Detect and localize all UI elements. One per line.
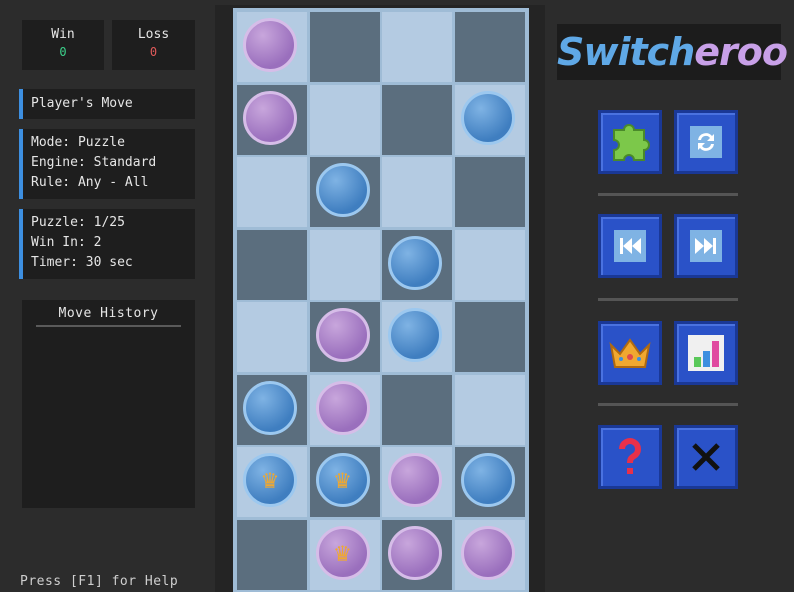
board-square[interactable]: ♛ (309, 519, 380, 590)
loss-score: Loss 0 (112, 20, 195, 70)
rewind-icon (614, 230, 646, 262)
close-icon (692, 443, 720, 471)
blue-king-piece[interactable]: ♛ (243, 453, 297, 507)
purple-piece[interactable] (388, 453, 442, 507)
board-square[interactable] (382, 302, 452, 372)
blue-king-piece[interactable]: ♛ (315, 453, 370, 507)
engine-text: Engine: Standard (31, 155, 157, 170)
board-square[interactable] (382, 229, 452, 300)
crown-icon: ♛ (262, 465, 278, 495)
stats-button[interactable] (674, 321, 738, 385)
turn-text: Player's Move (31, 96, 133, 111)
win-value: 0 (59, 45, 67, 59)
board-square[interactable] (382, 374, 452, 445)
board-square[interactable] (237, 519, 307, 590)
game-settings: Mode: Puzzle Engine: Standard Rule: Any … (19, 129, 195, 199)
board-square[interactable] (309, 84, 380, 155)
crown-icon: ♛ (334, 465, 351, 495)
puzzle-text: Puzzle: 1/25 (31, 215, 125, 230)
puzzle-mode-button[interactable] (598, 110, 662, 174)
fast-forward-button[interactable] (674, 214, 738, 278)
board-square[interactable] (382, 84, 452, 155)
game-logo: Switcheroo (557, 24, 788, 80)
win-score: Win 0 (22, 20, 104, 70)
board-square[interactable] (382, 519, 452, 590)
separator (598, 298, 738, 301)
refresh-icon (690, 126, 722, 158)
board-square[interactable] (454, 302, 525, 372)
rule-text: Rule: Any - All (31, 175, 149, 190)
game-board[interactable]: ♛ ♛ ♛ (233, 8, 529, 592)
crown-icon: ♛ (334, 537, 351, 568)
help-button[interactable] (598, 425, 662, 489)
blue-piece[interactable] (460, 90, 515, 145)
crown-icon (609, 338, 651, 368)
fast-forward-icon (690, 230, 722, 262)
board-square[interactable] (309, 157, 380, 227)
reset-button[interactable] (674, 110, 738, 174)
board-square[interactable] (454, 447, 525, 517)
loss-value: 0 (149, 45, 158, 59)
board-square[interactable] (237, 157, 307, 227)
board-square[interactable] (309, 229, 380, 300)
board-square[interactable] (454, 157, 525, 227)
board-square[interactable] (237, 12, 307, 82)
board-square[interactable] (309, 302, 380, 372)
help-hint: Press [F1] for Help (20, 574, 179, 589)
board-square[interactable] (382, 157, 452, 227)
blue-piece[interactable] (388, 308, 442, 362)
board-square[interactable] (382, 447, 452, 517)
turn-status: Player's Move (19, 89, 195, 119)
separator (598, 403, 738, 406)
board-square[interactable]: ♛ (237, 447, 307, 517)
help-icon (619, 438, 641, 474)
divider (36, 325, 181, 327)
purple-king-piece[interactable]: ♛ (315, 525, 370, 580)
leaderboard-button[interactable] (598, 321, 662, 385)
board-square[interactable] (382, 12, 452, 82)
board-square[interactable] (237, 229, 307, 300)
loss-label: Loss (137, 27, 170, 42)
puzzle-info: Puzzle: 1/25 Win In: 2 Timer: 30 sec (19, 209, 195, 279)
blue-piece[interactable] (243, 380, 297, 435)
mode-text: Mode: Puzzle (31, 135, 125, 150)
blue-piece[interactable] (460, 453, 515, 507)
blue-piece[interactable] (315, 163, 370, 217)
board-square[interactable]: ♛ (309, 447, 380, 517)
logo-part-2: eroo (694, 30, 788, 74)
logo-part-1: Switch (557, 30, 695, 74)
stats-icon (688, 335, 724, 371)
separator (598, 193, 738, 196)
win-label: Win (51, 27, 75, 42)
board-square[interactable] (454, 229, 525, 300)
move-history-title: Move History (58, 306, 159, 321)
timer-text: Timer: 30 sec (31, 255, 133, 270)
move-history[interactable]: Move History (22, 300, 195, 508)
board-square[interactable] (309, 12, 380, 82)
board-square[interactable] (237, 302, 307, 372)
rewind-button[interactable] (598, 214, 662, 278)
board-square[interactable] (237, 374, 307, 445)
board-square[interactable] (454, 519, 525, 590)
puzzle-icon (613, 124, 650, 161)
purple-piece[interactable] (315, 380, 370, 435)
blue-piece[interactable] (388, 235, 442, 290)
board-square[interactable] (454, 84, 525, 155)
purple-piece[interactable] (315, 308, 370, 362)
board-square[interactable] (237, 84, 307, 155)
purple-piece[interactable] (243, 18, 297, 72)
purple-piece[interactable] (388, 525, 442, 580)
purple-piece[interactable] (460, 525, 515, 580)
board-square[interactable] (309, 374, 380, 445)
win-in-text: Win In: 2 (31, 235, 102, 250)
purple-piece[interactable] (243, 90, 297, 145)
board-square[interactable] (454, 12, 525, 82)
quit-button[interactable] (674, 425, 738, 489)
board-square[interactable] (454, 374, 525, 445)
